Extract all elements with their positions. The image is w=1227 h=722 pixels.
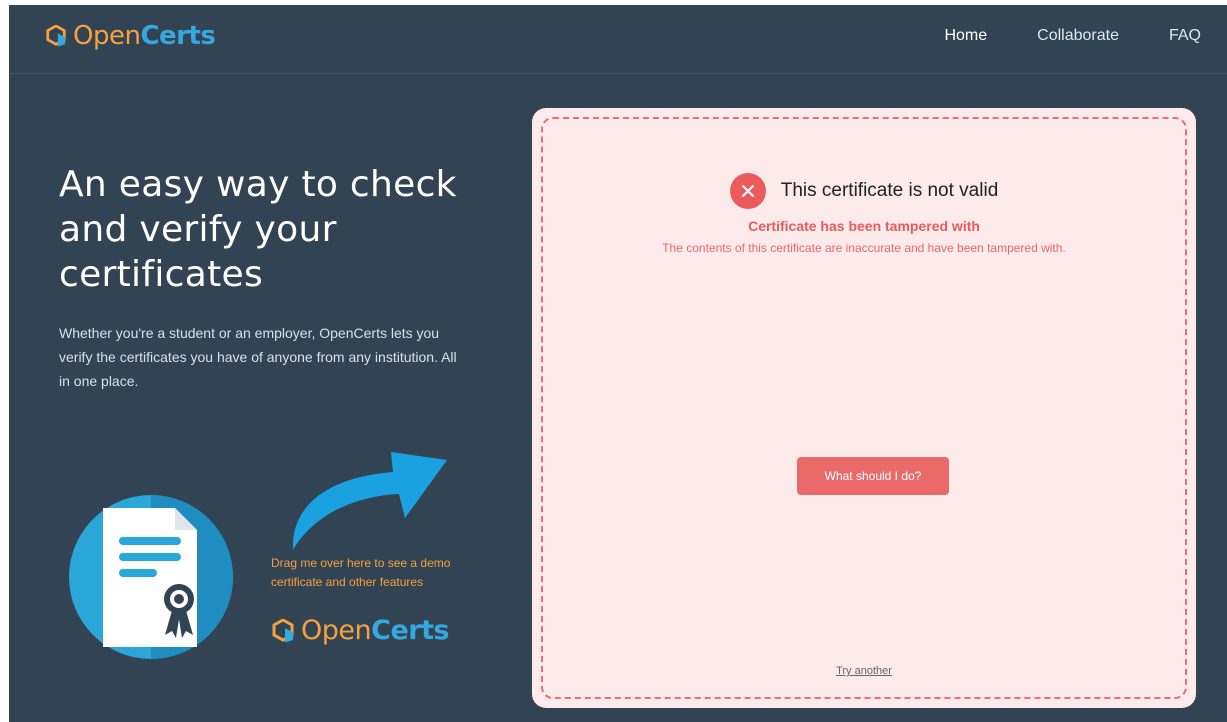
hero-title: An easy way to check and verify your cer… [59, 164, 457, 295]
try-another-link[interactable]: Try another [543, 665, 1185, 677]
error-title: Certificate has been tampered with [748, 218, 980, 234]
certificate-document-icon[interactable] [57, 495, 245, 660]
hero-description: Whether you're a student or an employer,… [59, 325, 457, 389]
brand-logo[interactable]: OpenCerts [45, 20, 216, 52]
demo-brand-name: OpenCerts [301, 615, 450, 646]
navbar: OpenCerts Home Collaborate FAQ [9, 5, 1227, 74]
status-row: This certificate is not valid [543, 173, 1185, 209]
nav-faq[interactable]: FAQ [1169, 27, 1201, 45]
nav-collaborate[interactable]: Collaborate [1037, 27, 1119, 45]
what-should-i-do-button[interactable]: What should I do? [797, 457, 949, 495]
status-title: This certificate is not valid [780, 180, 999, 201]
app-root: OpenCerts Home Collaborate FAQ An easy w… [9, 5, 1227, 722]
nav-home[interactable]: Home [944, 27, 987, 45]
close-icon [729, 173, 766, 209]
curved-arrow-icon [292, 452, 447, 550]
opencerts-logo-icon [272, 619, 294, 643]
verification-panel[interactable]: This certificate is not valid Certificat… [532, 108, 1196, 708]
error-description: The contents of this certificate are ina… [662, 241, 1066, 255]
certificate-dropzone[interactable]: This certificate is not valid Certificat… [541, 117, 1187, 699]
opencerts-logo-icon [46, 25, 66, 47]
drag-hint-text: Drag me over here to see a demo certific… [271, 556, 451, 589]
demo-brand-logo: OpenCerts [271, 615, 450, 647]
brand-name: OpenCerts [73, 21, 216, 51]
nav-links: Home Collaborate FAQ [894, 27, 1201, 45]
